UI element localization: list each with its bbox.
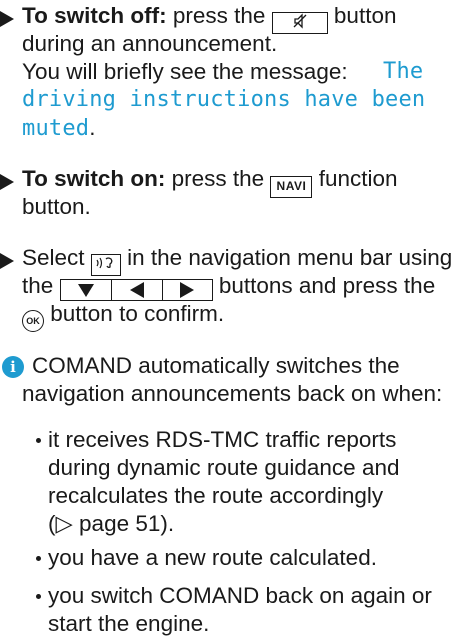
bullet-1-line-1: it receives RDS-TMC traffic reports (48, 427, 397, 452)
step-arrow-icon (0, 253, 14, 269)
page-reference-link[interactable]: (▷ page 51). (48, 510, 174, 538)
switch-on-line-2: button. (22, 194, 91, 219)
switch-off-line-3: You will briefly see the message: (22, 59, 348, 84)
bullet-dot (36, 438, 41, 443)
muted-message-part-3: muted. (22, 115, 96, 141)
left-arrow-button (110, 279, 162, 301)
select-line-2: the buttons and press the (22, 272, 435, 301)
bullet-1-line-3: recalculates the route accordingly (48, 483, 384, 508)
mute-key (271, 12, 328, 34)
voice-output-icon (96, 257, 113, 269)
step-arrow-icon (0, 11, 14, 27)
info-icon: i (2, 356, 24, 378)
arrow-buttons (59, 279, 213, 301)
step-arrow-icon (0, 174, 14, 190)
left-triangle-icon (129, 282, 144, 298)
ok-button-icon: OK (22, 310, 44, 332)
manual-page: To switch off: press the button during a… (0, 0, 462, 638)
bullet-1-line-2: during dynamic route guidance and (48, 455, 400, 480)
right-arrow-button (161, 279, 213, 301)
select-line-3: OK button to confirm. (22, 300, 224, 332)
down-arrow-button (59, 279, 111, 301)
bullet-3-line-1: you switch COMAND back on again or (48, 583, 432, 608)
bullet-2-line-1: you have a new route calculated. (48, 545, 377, 570)
bullet-dot (36, 594, 41, 599)
bullet-dot (36, 556, 41, 561)
switch-off-line-2: during an announcement. (22, 31, 278, 56)
navi-function-button: NAVI (270, 176, 313, 198)
right-triangle-icon (180, 282, 195, 298)
muted-message-part-2: driving instructions have been (22, 87, 426, 112)
muted-message-part-1: The (383, 59, 424, 84)
mute-speaker-icon (293, 13, 307, 29)
info-line-1: COMAND automatically switches the (32, 353, 400, 378)
down-triangle-icon (77, 284, 94, 297)
bullet-3-line-2: start the engine. (48, 611, 210, 636)
info-line-2: navigation announcements back on when: (22, 381, 443, 406)
